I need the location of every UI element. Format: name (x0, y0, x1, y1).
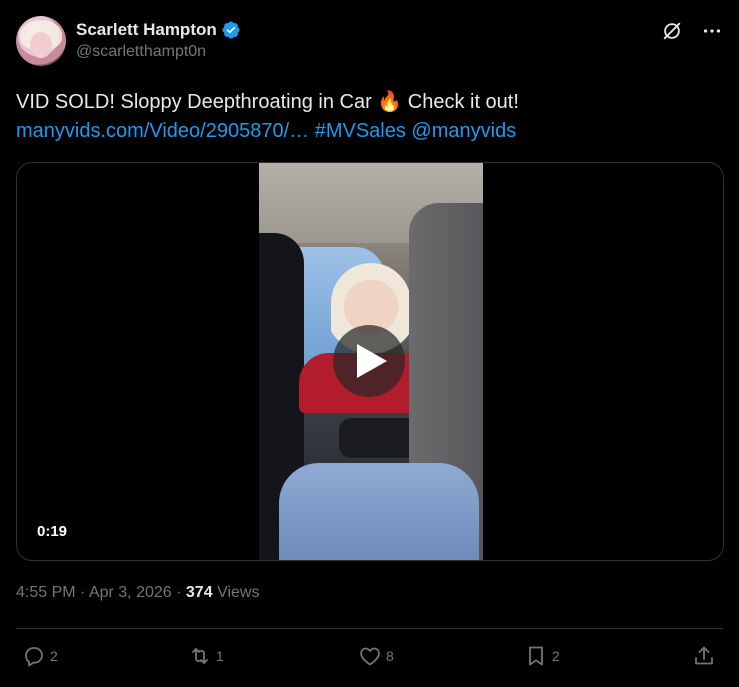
video-duration: 0:19 (37, 523, 68, 540)
views-label: Views (217, 584, 260, 601)
tweet-meta: 4:55 PM · Apr 3, 2026 · 374 Views (16, 584, 259, 602)
thumbnail-leg (279, 463, 479, 560)
tweet-url-link[interactable]: manyvids.com/Video/2905870/… (16, 120, 309, 142)
share-icon (695, 646, 713, 665)
tweet-text: VID SOLD! Sloppy Deepthroating in Car 🔥 … (16, 88, 716, 146)
video-player[interactable]: 0:19 (16, 162, 724, 561)
bookmark-icon (529, 646, 543, 666)
tweet-date[interactable]: Apr 3, 2026 (89, 584, 172, 601)
reply-count: 2 (50, 648, 58, 664)
retweet-button[interactable]: 1 (188, 644, 224, 668)
hashtag-link[interactable]: #MVSales (315, 120, 406, 142)
tweet-text-line: VID SOLD! Sloppy Deepthroating in Car 🔥 … (16, 91, 519, 113)
retweet-icon (192, 648, 208, 664)
views-count: 374 (185, 584, 213, 601)
verified-badge-icon[interactable] (221, 20, 241, 40)
like-button[interactable]: 8 (358, 644, 394, 668)
meta-separator: · (80, 584, 86, 601)
reply-icon (25, 647, 43, 667)
avatar-face (30, 32, 52, 58)
retweet-count: 1 (216, 648, 224, 664)
more-icon[interactable] (701, 20, 723, 42)
reply-button[interactable]: 2 (22, 644, 58, 668)
bookmark-count: 2 (552, 648, 560, 664)
mention-link[interactable]: @manyvids (411, 120, 516, 142)
author-info: Scarlett Hampton @scarletthampt0n (76, 20, 241, 61)
tweet-time[interactable]: 4:55 PM (16, 584, 76, 601)
tweet-links-line: manyvids.com/Video/2905870/… #MVSales @m… (16, 117, 716, 146)
meta-separator: · (176, 584, 182, 601)
play-icon (357, 344, 387, 378)
action-bar: 2 1 8 2 (16, 644, 723, 676)
top-actions (661, 20, 723, 42)
like-icon (360, 647, 380, 666)
author-name-row: Scarlett Hampton (76, 20, 241, 40)
bookmark-button[interactable]: 2 (524, 644, 560, 668)
avatar[interactable] (16, 16, 66, 66)
grok-icon[interactable] (661, 20, 683, 42)
share-button[interactable] (692, 644, 716, 668)
like-count: 8 (386, 648, 394, 664)
author-handle[interactable]: @scarletthampt0n (76, 43, 241, 61)
author-display-name[interactable]: Scarlett Hampton (76, 20, 217, 40)
divider (16, 628, 723, 629)
play-button[interactable] (333, 325, 405, 397)
